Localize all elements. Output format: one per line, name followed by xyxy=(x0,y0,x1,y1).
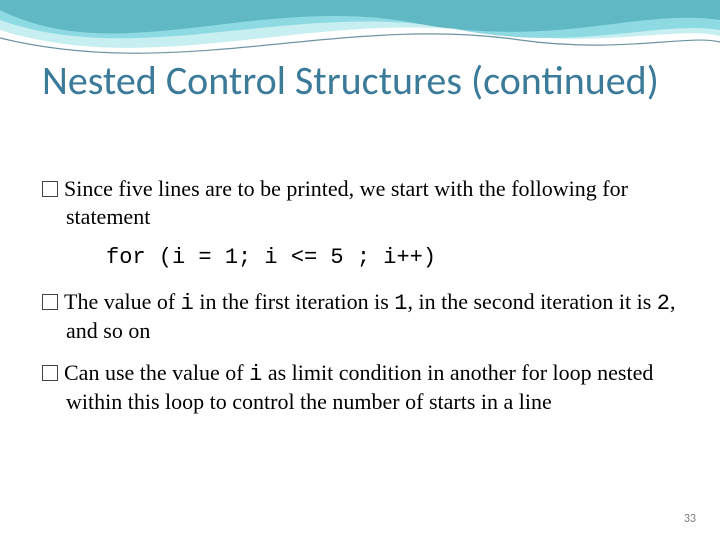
inline-code-2: 2 xyxy=(657,291,670,316)
inline-code-i: i xyxy=(181,291,194,316)
bullet-3-pre: Can use the value of xyxy=(64,360,249,385)
bullet-2: The value of i in the first iteration is… xyxy=(42,288,680,345)
slide: Nested Control Structures (continued) Si… xyxy=(0,0,720,540)
bullet-square-icon xyxy=(42,294,58,310)
code-snippet: for (i = 1; i <= 5 ; i++) xyxy=(106,244,680,272)
bullet-2-pre: The value of xyxy=(64,289,181,314)
slide-content: Since five lines are to be printed, we s… xyxy=(42,175,680,430)
bullet-square-icon xyxy=(42,181,58,197)
bullet-2-mid: in the first iteration is xyxy=(194,289,394,314)
bullet-square-icon xyxy=(42,365,58,381)
inline-code-1: 1 xyxy=(394,291,407,316)
bullet-1-text: Since five lines are to be printed, we s… xyxy=(64,176,628,229)
bullet-3: Can use the value of i as limit conditio… xyxy=(42,359,680,416)
page-number: 33 xyxy=(684,512,696,526)
slide-title: Nested Control Structures (continued) xyxy=(42,58,680,104)
inline-code-i: i xyxy=(249,362,262,387)
bullet-2-mid2: , in the second iteration it is xyxy=(407,289,656,314)
bullet-1: Since five lines are to be printed, we s… xyxy=(42,175,680,230)
